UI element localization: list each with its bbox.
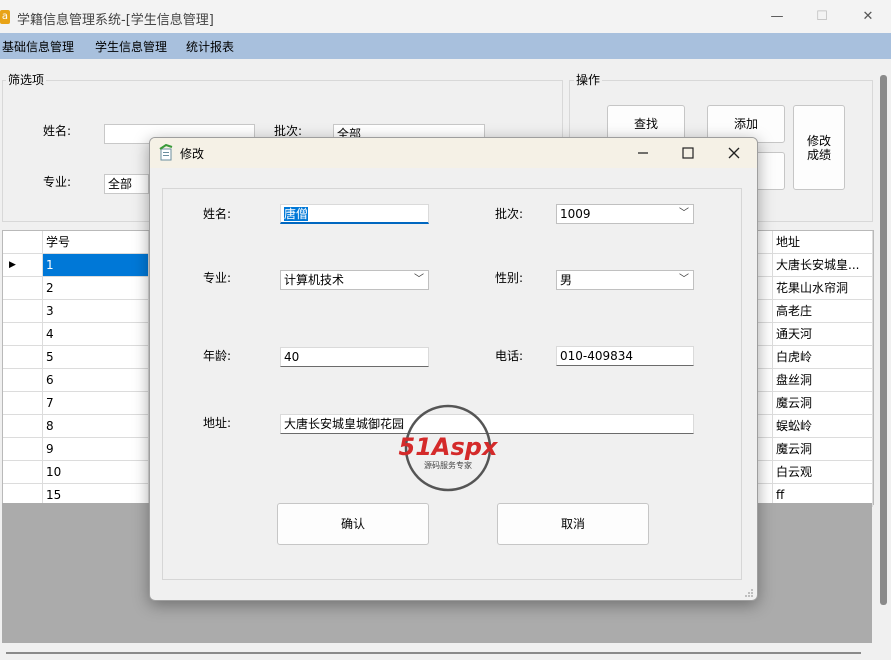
dialog-batch-label: 批次: [495,207,524,221]
edit-form-icon [159,144,173,161]
watermark-logo: 51Aspx 源码服务专家 [399,404,499,492]
filter-name-label: 姓名: [43,124,72,138]
row-header[interactable] [3,415,43,438]
row-header[interactable] [3,438,43,461]
chevron-down-icon: ﹀ [414,274,424,285]
cell-address[interactable]: 高老庄 [773,300,873,323]
dialog-batch-select[interactable]: 1009 ﹀ [556,204,694,224]
cell-student-id[interactable]: 10 [43,461,149,484]
cell-address[interactable]: 花果山水帘洞 [773,277,873,300]
cell-address[interactable]: 通天河 [773,323,873,346]
cell-address[interactable]: 大唐长安城皇... [773,254,873,277]
dialog-gender-value: 男 [560,273,573,287]
dialog-major-select[interactable]: 计算机技术 ﹀ [280,270,429,290]
cell-student-id[interactable]: 2 [43,277,149,300]
dialog-address-label: 地址: [203,416,232,430]
maximize-button[interactable]: ☐ [802,6,842,28]
window-titlebar: a 学籍信息管理系统-[学生信息管理] — ☐ ✕ [0,0,891,34]
watermark-brand: 51Aspx [399,433,499,461]
cell-address[interactable]: 白云观 [773,461,873,484]
row-header[interactable] [3,369,43,392]
dialog-maximize-icon[interactable] [681,146,695,160]
row-header[interactable] [3,392,43,415]
dialog-titlebar: 修改 [150,138,757,168]
dialog-gender-label: 性别: [495,271,524,285]
dialog-age-input[interactable]: 40 [280,347,429,367]
dialog-name-value: 唐僧 [284,207,309,221]
grid-header-id[interactable]: 学号 [43,231,149,254]
cell-address[interactable]: 魔云洞 [773,392,873,415]
dialog-minimize-icon[interactable] [636,146,650,160]
dialog-name-input[interactable]: 唐僧 [280,204,429,224]
cell-address[interactable]: 盘丝洞 [773,369,873,392]
row-header[interactable] [3,461,43,484]
cell-student-id[interactable]: 3 [43,300,149,323]
cell-address[interactable]: 白虎岭 [773,346,873,369]
dialog-gender-select[interactable]: 男 ﹀ [556,270,694,290]
cell-student-id[interactable]: 9 [43,438,149,461]
dialog-age-label: 年龄: [203,349,232,363]
resize-grip-icon[interactable] [744,588,754,598]
filter-major-label: 专业: [43,175,72,189]
edit-dialog: 修改 姓名: 唐僧 批次: 1009 ﹀ 专业: 计算机技术 ﹀ 性别: 男 ﹀ 年龄… [149,137,758,601]
dialog-major-value: 计算机技术 [284,273,345,287]
dialog-close-icon[interactable] [727,146,741,160]
menu-statistics[interactable]: 统计报表 [186,38,234,55]
window-title: 学籍信息管理系统-[学生信息管理] [17,13,214,28]
cell-student-id[interactable]: 5 [43,346,149,369]
dialog-major-label: 专业: [203,271,232,285]
cell-address[interactable]: 蜈蚣岭 [773,415,873,438]
dialog-batch-value: 1009 [560,207,591,221]
dialog-panel [162,188,742,580]
minimize-button[interactable]: — [757,6,797,28]
row-header[interactable]: ▶ [3,254,43,277]
menu-bar: 基础信息管理 学生信息管理 统计报表 [0,33,891,59]
menu-basic-info[interactable]: 基础信息管理 [2,38,74,55]
cell-student-id[interactable]: 8 [43,415,149,438]
dialog-phone-label: 电话: [495,349,524,363]
cell-address[interactable]: 魔云洞 [773,438,873,461]
ops-title: 操作 [574,71,603,88]
cell-student-id[interactable]: 1 [43,254,149,277]
cell-student-id[interactable]: 4 [43,323,149,346]
cell-student-id[interactable]: 6 [43,369,149,392]
app-icon: a [0,10,10,24]
watermark-tagline: 源码服务专家 [424,460,472,470]
row-header[interactable] [3,323,43,346]
row-header[interactable] [3,346,43,369]
menu-student-info[interactable]: 学生信息管理 [95,38,167,55]
edit-score-button[interactable]: 修改成绩 [793,105,845,190]
dialog-phone-input[interactable]: 010-409834 [556,346,694,366]
dialog-title: 修改 [180,147,205,161]
vertical-scroll-thumb[interactable] [880,75,887,605]
dialog-name-label: 姓名: [203,207,232,221]
confirm-button[interactable]: 确认 [277,503,429,545]
filter-major-select[interactable]: 全部 [104,174,149,194]
filter-title: 筛选项 [6,71,47,88]
grid-header-address[interactable]: 地址 [773,231,873,254]
cell-student-id[interactable]: 7 [43,392,149,415]
chevron-down-icon: ﹀ [679,274,689,285]
close-button[interactable]: ✕ [848,6,888,28]
row-header[interactable] [3,300,43,323]
cancel-button[interactable]: 取消 [497,503,649,545]
chevron-down-icon: ﹀ [679,208,689,219]
horizontal-scroll-thumb[interactable] [6,652,861,654]
grid-corner [3,231,43,254]
row-header[interactable] [3,277,43,300]
